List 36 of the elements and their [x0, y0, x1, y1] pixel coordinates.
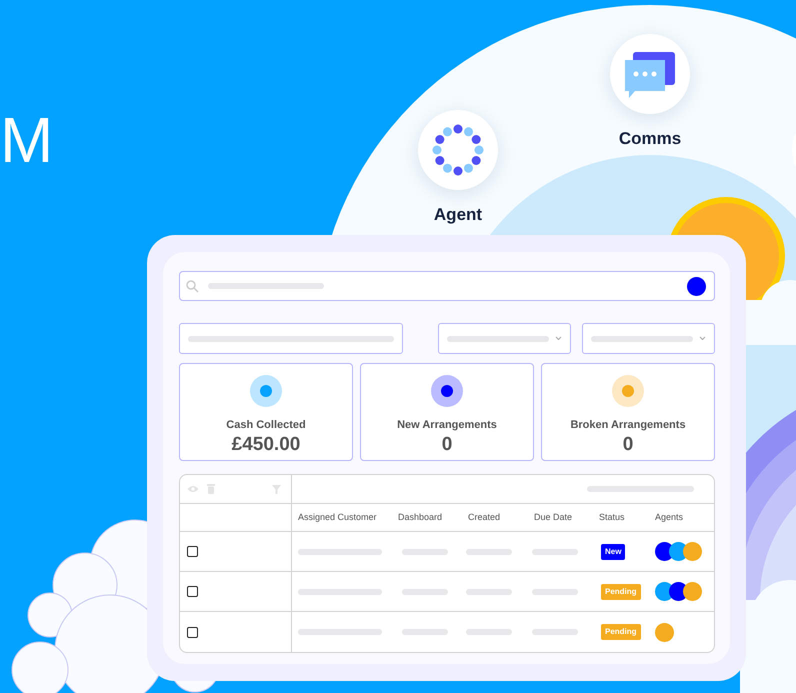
status-tag: Pending: [601, 624, 641, 640]
stat-icon: [250, 375, 282, 407]
checkbox[interactable]: [187, 586, 198, 597]
chevron-down-icon: [555, 336, 562, 341]
dropdown[interactable]: [438, 323, 572, 354]
feature-label: Comms: [618, 128, 682, 150]
filter-field[interactable]: [179, 323, 403, 354]
stat-value: 0: [442, 434, 452, 456]
stat-label: Broken Arrangements: [570, 418, 686, 433]
eye-icon[interactable]: [187, 485, 199, 493]
column-header: Due Date: [534, 510, 572, 524]
search-icon: [185, 279, 199, 293]
column-header: Assigned Customer: [298, 510, 377, 524]
column-header: Agents: [655, 510, 684, 524]
stat-label: New Arrangements: [397, 418, 497, 433]
stat-icon: [612, 375, 644, 407]
stat-icon: [431, 375, 463, 407]
dropdown[interactable]: [582, 323, 715, 354]
chevron-down-icon: [699, 336, 706, 341]
filter-icon[interactable]: [272, 484, 281, 494]
stat-label: Cash Collected: [226, 418, 306, 433]
checkbox[interactable]: [187, 546, 198, 557]
trash-icon[interactable]: [207, 484, 215, 494]
hero-heading: M: [0, 108, 54, 172]
avatar[interactable]: [687, 276, 706, 296]
stat-value: £450.00: [232, 434, 300, 456]
dotted-ring-icon: [432, 124, 484, 176]
column-header: Dashboard: [398, 510, 442, 524]
status-tag: New: [601, 544, 626, 560]
chat-icon: [623, 50, 677, 98]
column-header: Created: [468, 510, 500, 524]
column-header: Status: [599, 510, 625, 524]
checkbox[interactable]: [187, 626, 198, 638]
feature-label: Agent: [434, 204, 482, 226]
stat-value: 0: [622, 434, 634, 456]
status-tag: Pending: [601, 584, 641, 600]
